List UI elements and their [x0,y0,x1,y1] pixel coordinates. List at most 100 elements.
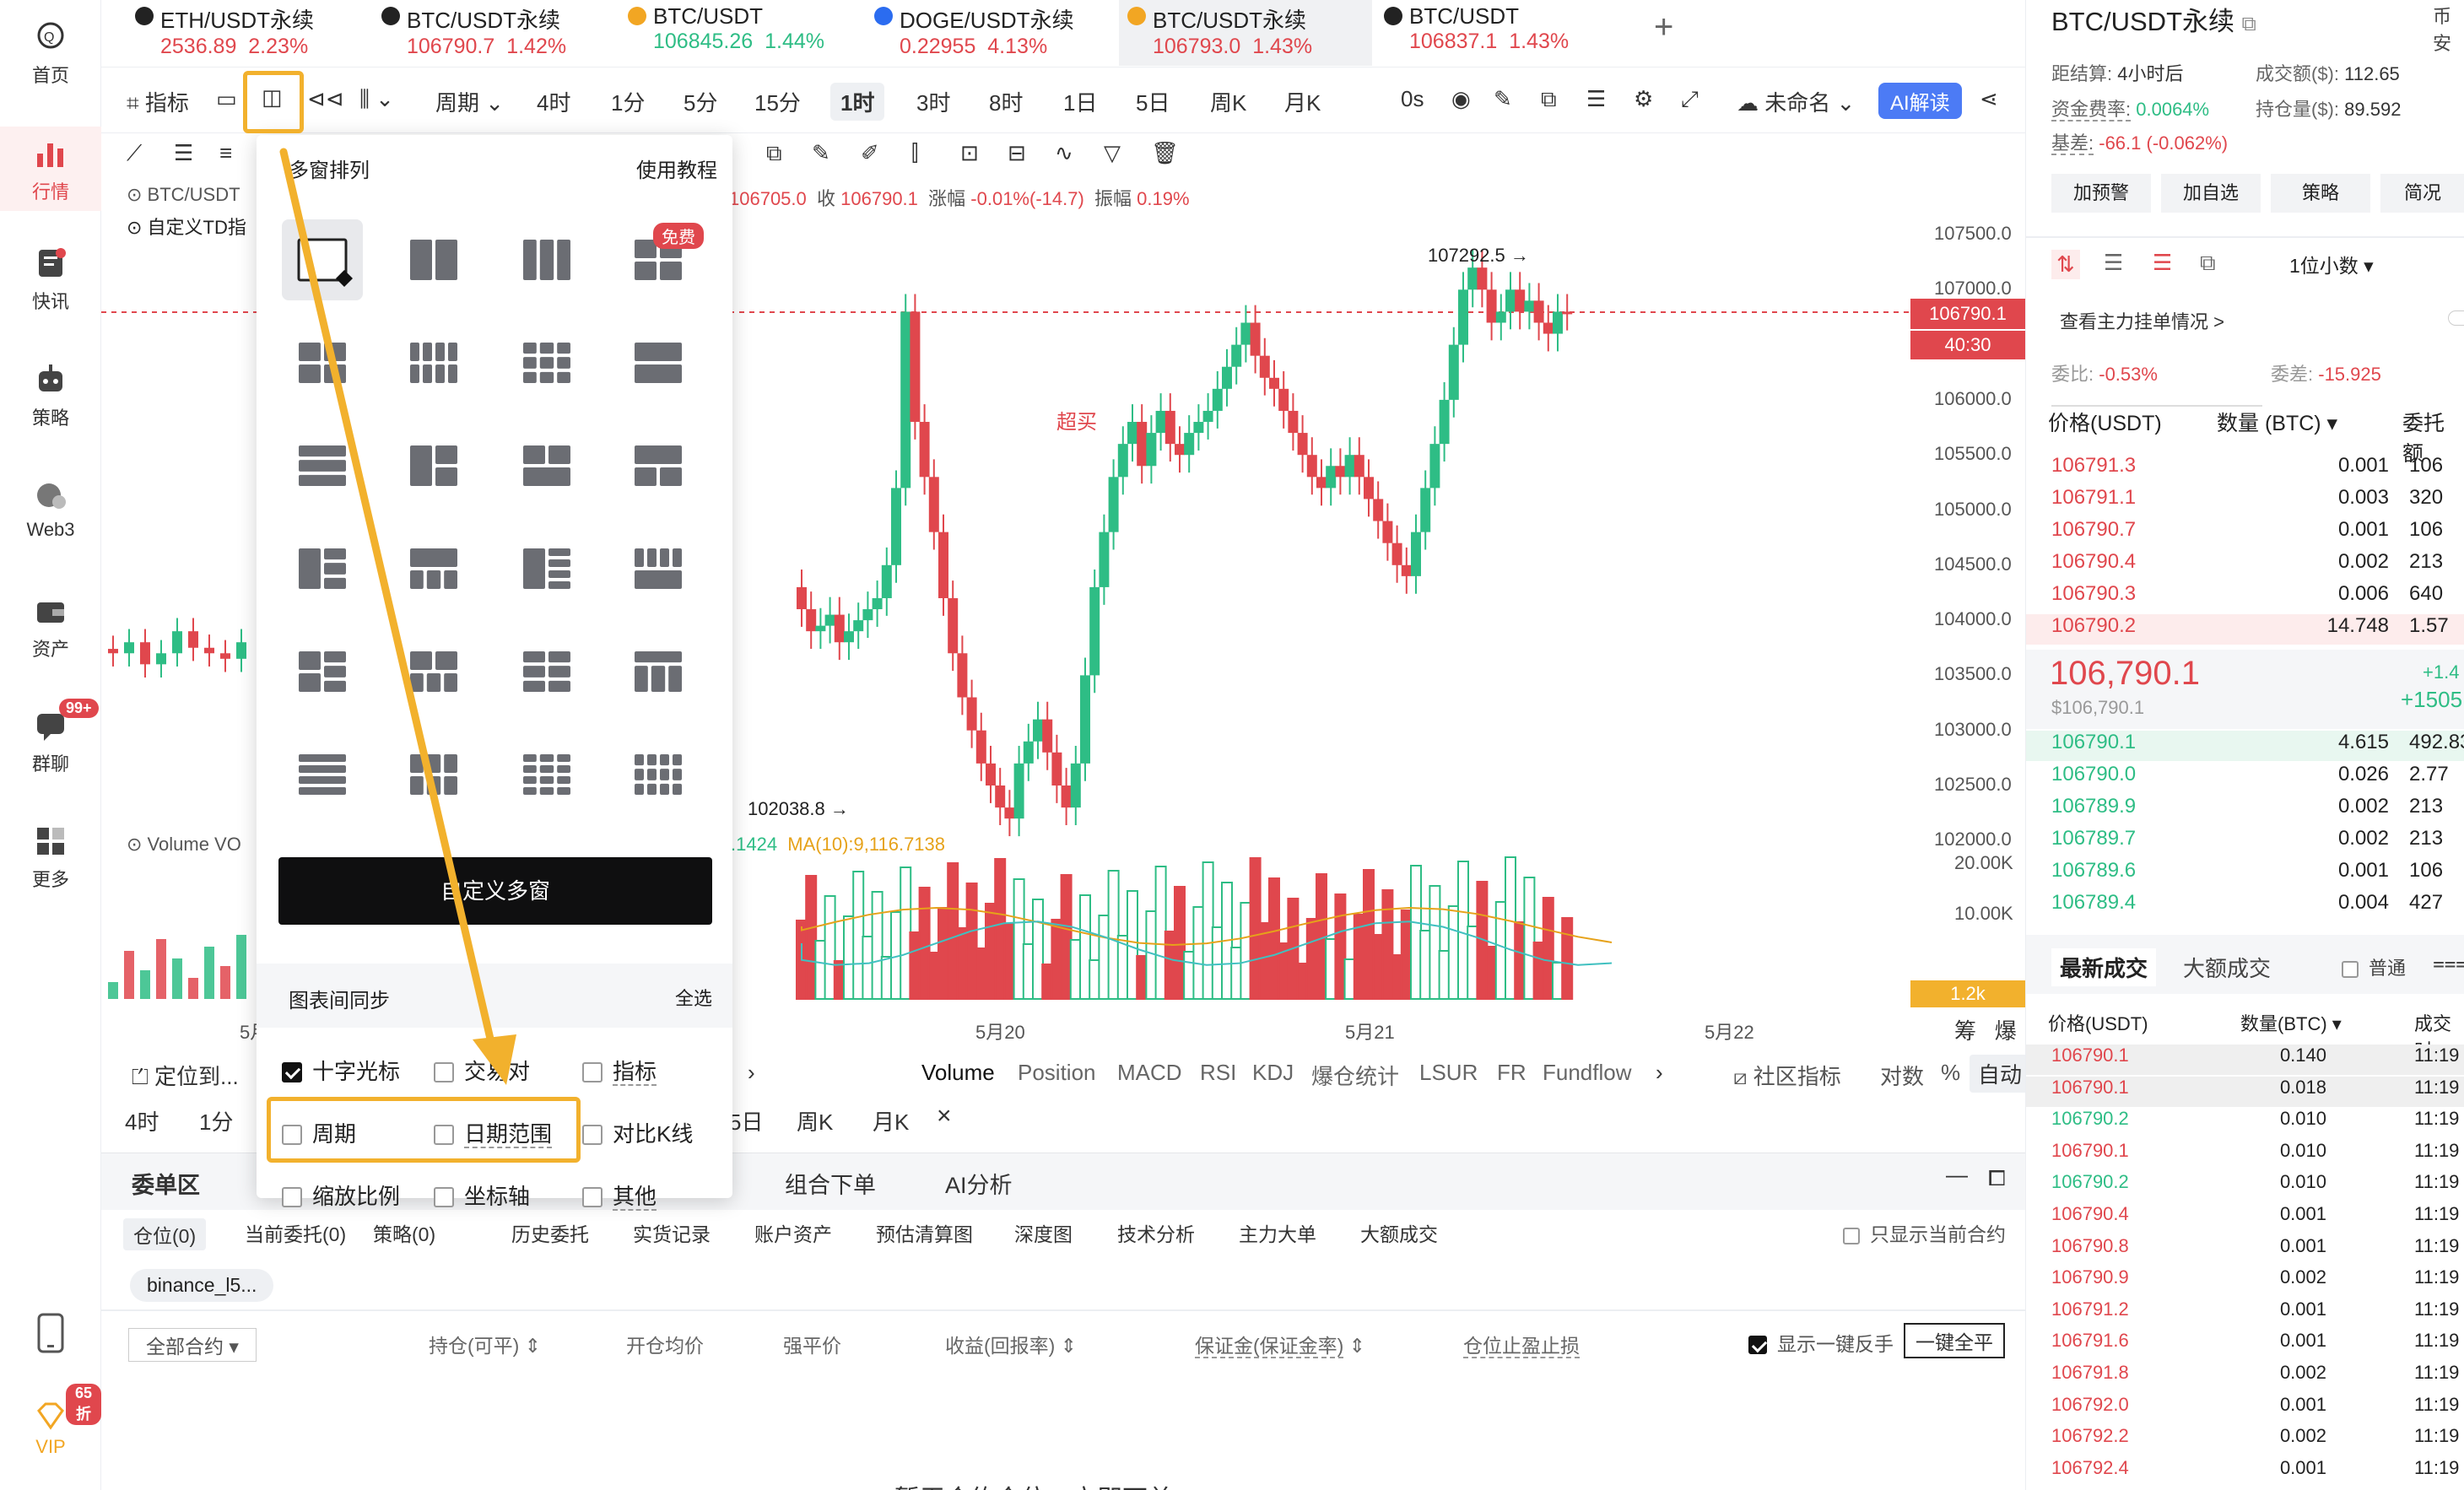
auto-scale[interactable]: 自动 [1970,1055,2031,1093]
checkbox[interactable] [282,1187,302,1207]
ind-position[interactable]: Position [1018,1060,1096,1086]
interval-8h[interactable]: 8时 [989,86,1023,117]
ask-row[interactable]: 106791.1 0.003 320 [2026,486,2464,516]
ai-button[interactable]: AI解读 [1878,83,1962,119]
nav-more[interactable]: 更多 [0,823,101,892]
col-margin[interactable]: 保证金(保证金率) ⇕ [1195,1330,1365,1358]
book-bids-icon[interactable]: ☰ [2153,250,2172,276]
layout-option-3[interactable] [506,219,587,300]
book-asks-icon[interactable]: ☰ [2104,250,2123,276]
checkbox[interactable] [434,1187,454,1207]
nav-web3[interactable]: Web3 [0,477,101,541]
channel-icon[interactable]: ≡ [219,140,232,166]
checkbox-checked[interactable] [1748,1336,1767,1354]
copy-icon[interactable]: ⧉ [766,140,782,167]
layout-option-16[interactable] [618,528,699,609]
layout-option-15[interactable] [506,528,587,609]
scale-labels[interactable]: 筹 爆 [1954,1014,2017,1045]
locate-button[interactable]: ⏍ 定位到... [132,1060,239,1091]
bid-row[interactable]: 106789.9 0.002 213 [2026,795,2464,825]
only-current-toggle[interactable]: 只显示当前合约 [1843,1218,2006,1247]
subtab[interactable]: 策略(0) [373,1218,435,1247]
symbol-tab[interactable]: BTC/USDT 106837.1 1.43% [1375,0,1577,66]
interval-5m[interactable]: 5分 [684,86,717,117]
toggle-switch[interactable] [2448,310,2464,326]
layout-option-6[interactable] [393,322,474,403]
hline-icon[interactable]: ☰ [174,140,193,166]
interval-4h[interactable]: 4时 [537,86,570,117]
add-tab-plus-icon[interactable]: + [1654,8,1673,46]
community-indicator[interactable]: ⧄ 社区指标 [1733,1060,1841,1091]
ind-kdj[interactable]: KDJ [1252,1060,1294,1086]
col-qty[interactable]: 数量 (BTC) ▾ [2217,407,2337,437]
ask-row[interactable]: 106790.4 0.002 213 [2026,550,2464,580]
tab-latest-trades[interactable]: 最新成交 [2051,948,2157,986]
subtab[interactable]: 预估清算图 [876,1218,973,1247]
sync-other[interactable]: 其他 [582,1180,657,1211]
layout-option-12[interactable] [618,425,699,506]
bid-row[interactable]: 106789.4 0.004 427 [2026,891,2464,921]
checkbox[interactable] [1843,1228,1860,1244]
subtab[interactable]: 技术分析 [1117,1218,1195,1247]
close-icon[interactable]: × [937,1102,952,1131]
pen-icon[interactable]: ✎ [1494,86,1512,112]
tab-order-area[interactable]: 委单区 [132,1167,200,1200]
layout-option-13[interactable] [282,528,363,609]
layout-option-7[interactable] [506,322,587,403]
ask-row[interactable]: 106790.7 0.001 106 [2026,518,2464,548]
bid-row[interactable]: 106789.6 0.001 106 [2026,859,2464,889]
bid-row[interactable]: 106790.1 4.615 492.83 [2026,731,2464,761]
main-order-link[interactable]: 查看主力挂单情况 > [2060,307,2224,334]
subtab[interactable]: 主力大单 [1239,1218,1316,1247]
nav-strategy[interactable]: 策略 [0,361,101,430]
sync-compare-k[interactable]: 对比K线 [582,1117,693,1148]
share-icon[interactable]: ⋖ [1980,86,1998,112]
sync-zoom[interactable]: 缩放比例 [282,1180,400,1211]
interval-month[interactable]: 月K [1284,86,1321,117]
symbol-tab[interactable]: DOGE/USDT永续 0.22955 4.13% [866,0,1083,66]
sync-crosshair[interactable]: 十字光标 [282,1055,400,1086]
checkbox[interactable] [434,1062,454,1082]
strategy-button[interactable]: 策略 [2271,174,2370,213]
all-contracts-dropdown[interactable]: 全部合约 ▾ [128,1328,257,1362]
sync-indicator[interactable]: 指标 [582,1055,657,1086]
ask-row[interactable]: 106790.2 14.748 1.57 [2026,614,2464,645]
trash-icon[interactable]: 🗑 [1151,140,1179,166]
replay-icon[interactable]: ⊲⊲ [307,86,344,112]
subtab[interactable]: 大额成交 [1360,1218,1438,1247]
custom-multiwindow-button[interactable]: 自定义多窗 [278,857,712,925]
profile-button[interactable]: 简况 [2380,174,2464,213]
ind-rsi[interactable]: RSI [1200,1060,1236,1086]
filter-icon[interactable]: ▽ [1104,140,1121,166]
pct-scale[interactable]: % [1941,1060,1960,1086]
layout-option-11[interactable] [506,425,587,506]
maximize-icon[interactable]: ⧠ [1988,1165,2006,1192]
checkbox[interactable] [582,1062,602,1082]
phone-icon[interactable] [34,1313,68,1353]
interval-15m[interactable]: 15分 [754,86,801,117]
period-dropdown[interactable]: 周期 ⌄ [435,86,504,117]
export-icon[interactable]: ⧉ [1541,86,1557,113]
list-icon[interactable]: ☰ [1586,86,1606,112]
ask-row[interactable]: 106790.3 0.006 640 [2026,582,2464,613]
interval-3h[interactable]: 3时 [916,86,950,117]
quick-interval[interactable]: 4时 [125,1105,159,1136]
layout-option-14[interactable] [393,528,474,609]
indicator-button[interactable]: ⌗ 指标 [127,86,189,117]
select-all-link[interactable]: 全选 [675,984,712,1011]
tutorial-link[interactable]: 使用教程 [636,154,717,183]
interval-week[interactable]: 周K [1210,86,1246,117]
tcol-qty[interactable]: 数量(BTC) ▾ [2240,1009,2342,1036]
layout-option-2[interactable] [393,219,474,300]
interval-5d[interactable]: 5日 [1136,86,1170,117]
trendline-icon[interactable]: ⟋ [127,140,142,167]
quick-interval[interactable]: 周K [797,1105,833,1136]
layout-option-20[interactable] [618,631,699,712]
subtab[interactable]: 深度图 [1014,1218,1073,1247]
quick-interval[interactable]: 1分 [199,1105,233,1136]
col-holding[interactable]: 持仓(可平) ⇕ [429,1330,541,1358]
empty-state[interactable]: 暂无合约仓位，立即下单 > [894,1478,1195,1490]
symbol-tab[interactable]: BTC/USDT永续 106790.7 1.42% [373,0,575,66]
chevron-right-icon[interactable]: › [748,1060,755,1086]
book-both-icon[interactable]: ⇅ [2051,250,2080,279]
